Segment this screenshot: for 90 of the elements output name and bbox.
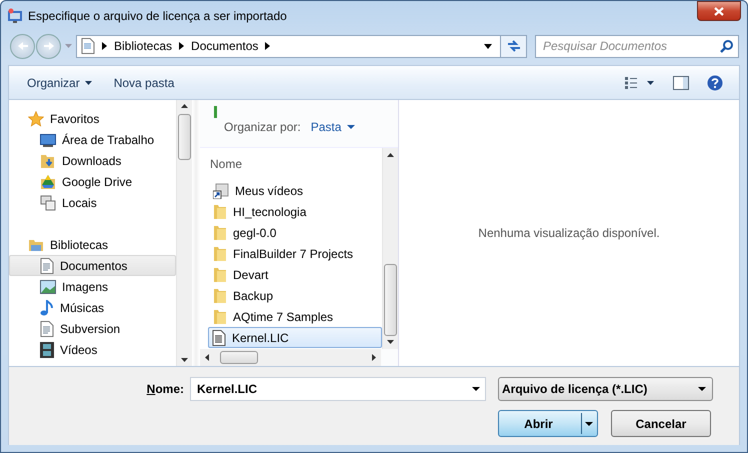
- file-row[interactable]: Backup: [200, 285, 382, 306]
- back-arrow-icon: [16, 41, 28, 51]
- document-icon: [40, 320, 54, 336]
- drive-folder-icon: [40, 174, 56, 190]
- image-icon: [40, 280, 56, 294]
- breadcrumb[interactable]: Bibliotecas: [114, 39, 172, 53]
- cancel-button[interactable]: Cancelar: [611, 410, 711, 437]
- folder-icon: [213, 204, 227, 220]
- scrollbar[interactable]: [176, 100, 192, 366]
- file-row[interactable]: AQtime 7 Samples: [200, 306, 382, 327]
- window-title: Especifique o arquivo de licença a ser importado: [28, 9, 287, 23]
- sidebar-item[interactable]: Subversion: [9, 318, 176, 339]
- scroll-down-icon: [387, 340, 394, 344]
- scroll-thumb[interactable]: [384, 264, 397, 336]
- refresh-icon: [506, 40, 520, 52]
- document-icon: [212, 330, 226, 346]
- scroll-up-icon: [181, 104, 188, 108]
- dropdown-caret-icon: [472, 387, 480, 391]
- document-icon: [81, 38, 95, 54]
- scroll-right-icon: [372, 354, 376, 361]
- sidebar-item[interactable]: Google Drive: [9, 171, 176, 192]
- folder-icon: [213, 266, 227, 282]
- filename-label: Nome:: [146, 382, 184, 396]
- folder-icon: [213, 308, 227, 324]
- sidebar-item[interactable]: Documentos: [9, 255, 176, 276]
- scrollbar[interactable]: [382, 148, 398, 349]
- sidebar-group[interactable]: Bibliotecas: [9, 234, 176, 255]
- caret-icon: [84, 80, 92, 84]
- file-row[interactable]: Kernel.LIC: [208, 327, 382, 348]
- caret-icon: [65, 44, 72, 48]
- chevron-icon: [102, 42, 107, 50]
- sidebar-item[interactable]: Músicas: [9, 297, 176, 318]
- help-icon: [707, 74, 723, 90]
- folder-icon: [213, 224, 227, 240]
- refresh-button[interactable]: [501, 34, 527, 58]
- arrange-dropdown[interactable]: Pasta: [310, 120, 356, 134]
- file-row[interactable]: FinalBuilder 7 Projects: [200, 243, 382, 264]
- address-bar[interactable]: Bibliotecas Documentos: [76, 34, 501, 58]
- folder-icon: [213, 288, 227, 304]
- file-row[interactable]: Devart: [200, 264, 382, 285]
- search-field[interactable]: Pesquisar Documentos: [535, 34, 739, 58]
- file-row[interactable]: HI_tecnologia: [200, 201, 382, 222]
- file-row[interactable]: Meus vídeos: [200, 180, 382, 201]
- scroll-left-icon: [205, 354, 209, 361]
- forward-button[interactable]: [36, 34, 61, 58]
- sidebar-item[interactable]: Vídeos: [9, 339, 176, 360]
- sidebar-item[interactable]: Área de Trabalho: [9, 129, 176, 150]
- pane-icon: [673, 76, 689, 90]
- scroll-up-icon: [387, 153, 394, 157]
- file-row[interactable]: gegl-0.0: [200, 222, 382, 243]
- search-icon: [720, 40, 733, 52]
- folder-icon: [213, 246, 227, 262]
- scroll-thumb[interactable]: [178, 114, 191, 160]
- arrange-label: Organizar por:: [224, 120, 301, 134]
- open-button[interactable]: Abrir: [498, 410, 598, 437]
- chevron-icon: [265, 42, 270, 50]
- horizontal-scrollbar[interactable]: [200, 349, 381, 366]
- breadcrumb[interactable]: Documentos: [191, 39, 258, 53]
- mark-icon: [214, 106, 217, 118]
- caret-icon: [585, 422, 593, 426]
- shortcut-icon: [213, 182, 229, 198]
- sidebar-item[interactable]: Locais: [9, 192, 176, 213]
- music-note-icon: [40, 300, 54, 316]
- document-icon: [40, 258, 54, 274]
- download-folder-icon: [40, 152, 56, 168]
- close-icon: [714, 6, 724, 16]
- forward-arrow-icon: [42, 41, 54, 51]
- sidebar-item[interactable]: Downloads: [9, 150, 176, 171]
- app-icon: [7, 8, 23, 24]
- chevron-icon: [179, 42, 184, 50]
- dropdown-caret-icon: [698, 387, 706, 391]
- star-icon: [28, 110, 44, 126]
- preview-message: Nenhuma visualização disponível.: [478, 226, 660, 240]
- organize-button[interactable]: Organizar: [19, 72, 100, 92]
- monitor-icon: [40, 132, 56, 148]
- sidebar-group[interactable]: Favoritos: [9, 108, 176, 129]
- close-button[interactable]: [697, 1, 741, 21]
- back-button[interactable]: [10, 34, 35, 58]
- scroll-down-icon: [181, 358, 188, 362]
- dropdown-caret-icon: [484, 44, 492, 48]
- sidebar-item[interactable]: Imagens: [9, 276, 176, 297]
- filename-field[interactable]: Kernel.LIC: [190, 377, 486, 401]
- list-view-icon: [625, 76, 655, 88]
- new-folder-button[interactable]: Nova pasta: [106, 72, 182, 92]
- caret-icon: [347, 125, 356, 129]
- film-icon: [40, 342, 54, 358]
- file-type-dropdown[interactable]: Arquivo de licença (*.LIC): [498, 377, 713, 401]
- column-header[interactable]: Nome: [200, 148, 382, 180]
- scroll-thumb[interactable]: [220, 351, 258, 364]
- computer-icon: [40, 194, 56, 210]
